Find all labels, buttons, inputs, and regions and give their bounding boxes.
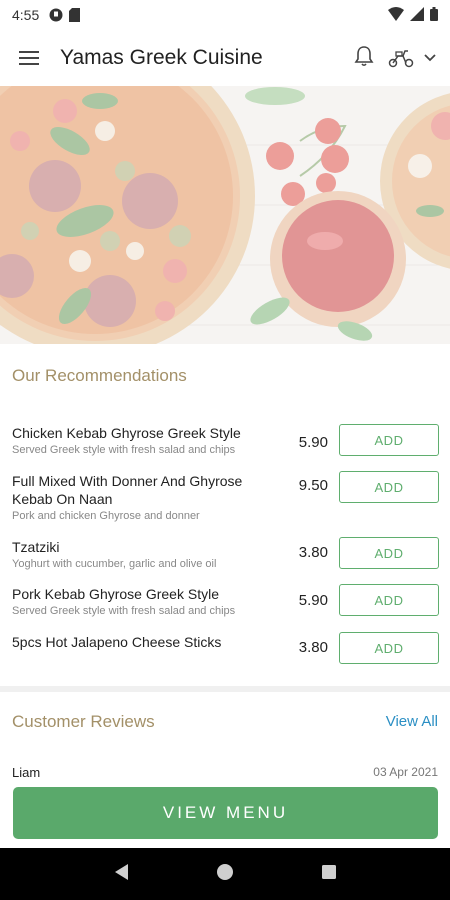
reviews-title: Customer Reviews — [12, 712, 155, 731]
add-button[interactable]: ADD — [339, 537, 439, 569]
hero-image — [0, 86, 450, 344]
status-time: 4:55 — [12, 7, 40, 23]
recents-button[interactable] — [321, 864, 337, 885]
back-button[interactable] — [113, 863, 129, 886]
chevron-down-icon — [424, 54, 436, 62]
item-name: Chicken Kebab Ghyrose Greek Style — [12, 425, 241, 441]
item-name: Pork Kebab Ghyrose Greek Style — [12, 586, 219, 602]
item-description: Pork and chicken Ghyrose and donner — [12, 510, 200, 522]
list-item: Tzatziki Yoghurt with cucumber, garlic a… — [0, 537, 450, 570]
page-title: Yamas Greek Cuisine — [60, 46, 263, 69]
add-button[interactable]: ADD — [339, 424, 439, 456]
menu-icon — [19, 51, 39, 65]
back-icon — [115, 863, 129, 880]
item-description: Served Greek style with fresh salad and … — [12, 444, 236, 456]
add-button[interactable]: ADD — [339, 471, 439, 503]
sd-card-icon — [69, 8, 81, 22]
item-description: Served Greek style with fresh salad and … — [12, 605, 236, 617]
app-notification-icon — [49, 8, 63, 22]
list-item: Pork Kebab Ghyrose Greek Style Served Gr… — [0, 584, 450, 617]
item-name: 5pcs Hot Jalapeno Cheese Sticks — [12, 634, 222, 650]
view-all-link[interactable]: View All — [386, 713, 438, 730]
item-name: Tzatziki — [12, 539, 60, 555]
status-bar: 4:55 — [0, 0, 450, 30]
scooter-icon — [388, 50, 414, 68]
home-button[interactable] — [216, 863, 234, 886]
system-nav-bar — [0, 848, 450, 900]
section-divider — [0, 686, 450, 692]
home-icon — [216, 863, 233, 880]
item-price: 5.90 — [298, 592, 328, 609]
add-button[interactable]: ADD — [339, 584, 439, 616]
add-button[interactable]: ADD — [339, 632, 439, 664]
app-bar: Yamas Greek Cuisine — [0, 30, 450, 86]
bell-icon — [354, 45, 374, 66]
item-name: Full Mixed With Donner And Ghyrose Kebab… — [12, 473, 243, 507]
pizza-illustration — [0, 86, 450, 344]
delivery-mode-button[interactable] — [388, 48, 436, 68]
notifications-button[interactable] — [354, 45, 374, 72]
item-price: 3.80 — [298, 544, 328, 561]
list-item: 5pcs Hot Jalapeno Cheese Sticks 3.80 ADD — [0, 632, 450, 664]
view-menu-button[interactable]: VIEW MENU — [13, 787, 438, 839]
recents-icon — [321, 864, 336, 879]
signal-icon — [410, 6, 424, 24]
reviewer-name: Liam — [12, 765, 41, 780]
menu-button[interactable] — [14, 43, 44, 73]
item-price: 3.80 — [298, 639, 328, 656]
wifi-icon — [388, 6, 404, 24]
list-item: Chicken Kebab Ghyrose Greek Style Served… — [0, 424, 450, 456]
battery-icon — [430, 6, 438, 24]
item-price: 5.90 — [298, 434, 328, 451]
item-price: 9.50 — [298, 477, 328, 494]
item-description: Yoghurt with cucumber, garlic and olive … — [12, 558, 217, 570]
recommendations-title: Our Recommendations — [12, 366, 187, 385]
review-date: 03 Apr 2021 — [373, 765, 438, 779]
list-item: Full Mixed With Donner And Ghyrose Kebab… — [0, 471, 450, 522]
